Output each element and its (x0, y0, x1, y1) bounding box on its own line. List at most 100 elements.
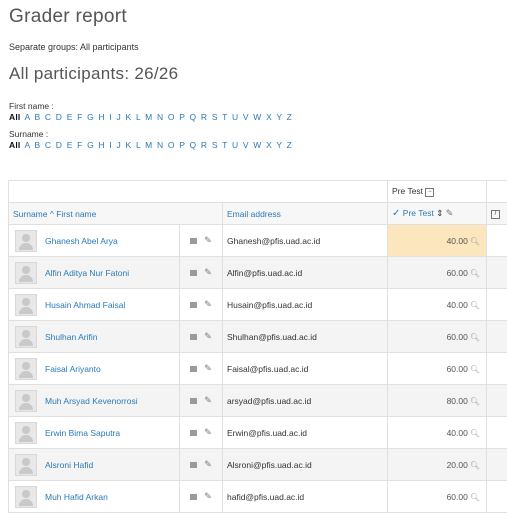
first-name-letter-c[interactable]: C (45, 112, 52, 122)
pencil-icon[interactable]: ✎ (204, 267, 212, 278)
first-name-letter-g[interactable]: G (87, 112, 95, 122)
sort-icon[interactable]: ⇕ (436, 208, 443, 218)
surname-letter-m[interactable]: M (145, 140, 153, 150)
surname-letter-h[interactable]: H (98, 140, 105, 150)
avatar[interactable] (15, 229, 37, 252)
surname-letter-b[interactable]: B (34, 140, 41, 150)
avatar[interactable] (15, 389, 37, 412)
user-report-icon[interactable] (190, 461, 198, 468)
grade-cell[interactable]: 80.00 🔍︎ (387, 384, 488, 417)
student-name-link[interactable]: Alsroni Hafid (45, 460, 93, 470)
avatar[interactable] (15, 485, 37, 508)
first-name-letter-y[interactable]: Y (276, 112, 283, 122)
user-report-icon[interactable] (190, 301, 198, 308)
pencil-icon[interactable]: ✎ (204, 299, 212, 310)
first-name-letter-w[interactable]: W (253, 112, 262, 122)
first-name-letter-a[interactable]: A (24, 112, 30, 122)
surname-letter-d[interactable]: D (56, 140, 63, 150)
avatar[interactable] (15, 325, 37, 348)
magnifier-icon[interactable]: 🔍︎ (470, 429, 480, 438)
magnifier-icon[interactable]: 🔍︎ (470, 269, 480, 278)
avatar[interactable] (15, 357, 37, 380)
sort-name-link[interactable]: Surname ^ First name (13, 209, 96, 219)
surname-letter-o[interactable]: O (168, 140, 176, 150)
surname-letter-p[interactable]: P (179, 140, 186, 150)
first-name-letter-r[interactable]: R (201, 112, 208, 122)
student-name-link[interactable]: Erwin Bima Saputra (45, 428, 120, 438)
surname-letter-v[interactable]: V (243, 140, 250, 150)
surname-letter-u[interactable]: U (232, 140, 239, 150)
first-name-letter-x[interactable]: X (266, 112, 273, 122)
surname-letter-j[interactable]: J (117, 140, 122, 150)
pencil-icon[interactable]: ✎ (446, 208, 454, 219)
surname-letter-x[interactable]: X (266, 140, 273, 150)
grade-cell[interactable]: 60.00 🔍︎ (387, 480, 488, 513)
collapse-icon[interactable]: − (425, 187, 435, 197)
surname-letter-i[interactable]: I (109, 140, 113, 150)
avatar[interactable] (15, 261, 37, 284)
first-name-letter-j[interactable]: J (117, 112, 122, 122)
user-report-icon[interactable] (190, 237, 198, 244)
pencil-icon[interactable]: ✎ (204, 363, 212, 374)
magnifier-icon[interactable]: 🔍︎ (470, 237, 480, 246)
surname-letter-g[interactable]: G (87, 140, 95, 150)
first-name-letter-s[interactable]: S (212, 112, 219, 122)
student-name-link[interactable]: Alfin Aditya Nur Fatoni (45, 268, 129, 278)
student-name-link[interactable]: Husain Ahmad Faisal (45, 300, 125, 310)
surname-letter-l[interactable]: L (136, 140, 142, 150)
surname-letter-z[interactable]: Z (287, 140, 293, 150)
first-name-letter-p[interactable]: P (179, 112, 186, 122)
first-name-letter-f[interactable]: F (77, 112, 83, 122)
pencil-icon[interactable]: ✎ (204, 395, 212, 406)
first-name-letter-e[interactable]: E (67, 112, 74, 122)
grade-cell[interactable]: 20.00 🔍︎ (387, 448, 488, 481)
student-name-link[interactable]: Muh Hafid Arkan (45, 492, 108, 502)
first-name-letter-m[interactable]: M (145, 112, 153, 122)
grade-cell[interactable]: 40.00 🔍︎ (387, 288, 488, 321)
surname-letter-w[interactable]: W (253, 140, 262, 150)
first-name-letter-q[interactable]: Q (190, 112, 198, 122)
magnifier-icon[interactable]: 🔍︎ (470, 333, 480, 342)
first-name-letter-n[interactable]: N (157, 112, 164, 122)
grade-cell[interactable]: 60.00 🔍︎ (387, 352, 488, 385)
surname-letter-s[interactable]: S (212, 140, 219, 150)
user-report-icon[interactable] (190, 333, 198, 340)
grade-cell[interactable]: 60.00 🔍︎ (387, 320, 488, 353)
magnifier-icon[interactable]: 🔍︎ (470, 301, 480, 310)
first-name-letter-l[interactable]: L (136, 112, 142, 122)
student-name-link[interactable]: Ghanesh Abel Arya (45, 236, 118, 246)
surname-letter-y[interactable]: Y (276, 140, 283, 150)
surname-letter-r[interactable]: R (201, 140, 208, 150)
first-name-letter-b[interactable]: B (34, 112, 41, 122)
user-report-icon[interactable] (190, 493, 198, 500)
surname-letter-t[interactable]: T (222, 140, 228, 150)
user-report-icon[interactable] (190, 269, 198, 276)
first-name-letter-u[interactable]: U (232, 112, 239, 122)
avatar[interactable] (15, 293, 37, 316)
first-name-letter-d[interactable]: D (56, 112, 63, 122)
first-name-all[interactable]: All (9, 112, 20, 122)
surname-letter-e[interactable]: E (67, 140, 74, 150)
first-name-letter-v[interactable]: V (243, 112, 250, 122)
surname-letter-c[interactable]: C (45, 140, 52, 150)
magnifier-icon[interactable]: 🔍︎ (470, 397, 480, 406)
grade-item-link[interactable]: Pre Test (403, 208, 434, 218)
student-name-link[interactable]: Shulhan Arifin (45, 332, 97, 342)
user-report-icon[interactable] (190, 397, 198, 404)
surname-all[interactable]: All (9, 140, 20, 150)
pencil-icon[interactable]: ✎ (204, 491, 212, 502)
group-selector[interactable]: Separate groups: All participants (9, 42, 139, 52)
first-name-letter-h[interactable]: H (98, 112, 105, 122)
student-name-link[interactable]: Faisal Ariyanto (45, 364, 101, 374)
first-name-letter-o[interactable]: O (168, 112, 176, 122)
grade-cell[interactable]: 40.00 🔍︎ (387, 224, 488, 257)
edit-calc-icon[interactable]: / (491, 209, 501, 219)
avatar[interactable] (15, 453, 37, 476)
magnifier-icon[interactable]: 🔍︎ (470, 365, 480, 374)
sort-email-link[interactable]: Email address (227, 209, 281, 219)
user-report-icon[interactable] (190, 365, 198, 372)
pencil-icon[interactable]: ✎ (204, 427, 212, 438)
pencil-icon[interactable]: ✎ (204, 331, 212, 342)
surname-letter-q[interactable]: Q (190, 140, 198, 150)
pencil-icon[interactable]: ✎ (204, 235, 212, 246)
